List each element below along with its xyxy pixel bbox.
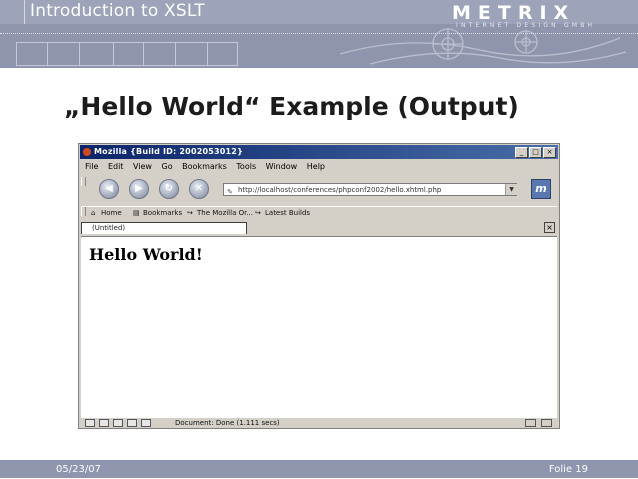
tab-bar: (Untitled) ×	[81, 221, 557, 235]
close-icon[interactable]: ×	[543, 147, 556, 158]
personal-toolbar: ⌂ Home ▤ Bookmarks ↪ The Mozilla Or... ↪…	[81, 206, 557, 220]
progress-icon	[525, 419, 536, 427]
bookmark-bookmarks[interactable]: Bookmarks	[143, 207, 182, 220]
toolbar-grip[interactable]	[81, 207, 86, 216]
addressbook-icon[interactable]	[127, 419, 137, 427]
slide-heading: „Hello World“ Example (Output)	[64, 92, 519, 121]
window-controls: _ □ ×	[514, 147, 556, 161]
window-titlebar[interactable]: Mozilla {Build ID: 2002053012} _ □ ×	[80, 145, 558, 159]
security-icon	[541, 419, 552, 427]
film-reel-decoration	[339, 28, 627, 65]
url-dropdown-icon[interactable]: ▼	[505, 184, 517, 195]
menu-bookmarks[interactable]: Bookmarks	[182, 162, 227, 171]
metrix-logo: METRIX	[452, 2, 576, 24]
minimize-icon[interactable]: _	[515, 147, 528, 158]
link-icon: ↪	[255, 209, 261, 217]
back-icon[interactable]: ◀	[99, 179, 119, 199]
menu-go[interactable]: Go	[162, 162, 173, 171]
header-grid-decoration	[16, 42, 238, 66]
bookmark-mozilla-org[interactable]: The Mozilla Or...	[197, 207, 253, 220]
home-icon[interactable]: ⌂	[91, 207, 95, 220]
slide-header-band: Introduction to XSLT METRIX INTERNET DES…	[0, 0, 638, 68]
tab-untitled[interactable]: (Untitled)	[81, 222, 247, 234]
url-text: http://localhost/conferences/phpconf2002…	[238, 186, 442, 194]
slide-footer: 05/23/07 Folie 19	[0, 460, 638, 478]
maximize-icon[interactable]: □	[529, 147, 542, 158]
page-icon: ✎	[227, 188, 233, 196]
chat-icon[interactable]	[141, 419, 151, 427]
page-hello-text: Hello World!	[89, 245, 203, 264]
mozilla-throbber-icon[interactable]: m	[531, 179, 551, 199]
tab-close-icon[interactable]: ×	[544, 222, 555, 233]
url-bar[interactable]: ✎ http://localhost/conferences/phpconf20…	[223, 183, 517, 196]
bookmarks-icon[interactable]: ▤	[133, 207, 140, 220]
mozilla-app-icon	[83, 148, 91, 156]
stop-icon[interactable]: ✕	[189, 179, 209, 199]
status-text: Document: Done (1.111 secs)	[175, 419, 280, 427]
menu-bar: File Edit View Go Bookmarks Tools Window…	[85, 162, 332, 174]
page-content: Hello World!	[81, 236, 557, 418]
menu-help[interactable]: Help	[307, 162, 325, 171]
slide-number: Folie 19	[548, 464, 588, 475]
composer-icon[interactable]	[113, 419, 123, 427]
tab-label: (Untitled)	[92, 224, 126, 232]
navigation-toolbar: ◀ ▶ ↻ ✕ ✎ http://localhost/conferences/p…	[81, 175, 557, 205]
reload-icon[interactable]: ↻	[159, 179, 179, 199]
menu-edit[interactable]: Edit	[108, 162, 124, 171]
navigator-icon[interactable]	[85, 419, 95, 427]
status-bar: Document: Done (1.111 secs)	[81, 417, 557, 429]
menu-tools[interactable]: Tools	[236, 162, 256, 171]
forward-icon[interactable]: ▶	[129, 179, 149, 199]
slide-date: 05/23/07	[56, 464, 101, 475]
window-title: Mozilla {Build ID: 2002053012}	[94, 147, 243, 156]
menu-view[interactable]: View	[133, 162, 152, 171]
header-divider	[24, 0, 25, 24]
toolbar-grip[interactable]	[81, 177, 86, 186]
menu-file[interactable]: File	[85, 162, 98, 171]
bookmark-home[interactable]: Home	[101, 207, 122, 220]
slide-section-title: Introduction to XSLT	[30, 1, 205, 21]
menu-window[interactable]: Window	[266, 162, 298, 171]
link-icon: ↪	[187, 209, 193, 217]
bookmark-latest-builds[interactable]: Latest Builds	[265, 207, 310, 220]
mail-icon[interactable]	[99, 419, 109, 427]
mozilla-window: Mozilla {Build ID: 2002053012} _ □ × File …	[78, 143, 560, 429]
